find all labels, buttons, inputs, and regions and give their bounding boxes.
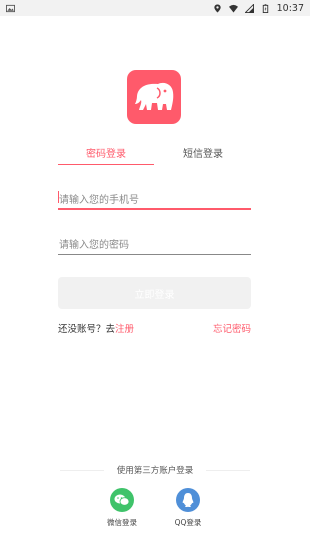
password-field — [58, 233, 251, 256]
password-field-underline — [58, 254, 251, 255]
qq-login-label: QQ登录 — [174, 518, 202, 527]
divider-right — [206, 470, 250, 471]
register-prompt: 还没账号？去 — [58, 324, 116, 335]
account-links: 还没账号？去注册 忘记密码 — [58, 321, 251, 335]
status-bar: 10:37 — [0, 0, 310, 16]
phone-field — [58, 188, 251, 211]
third-party-title: 使用第三方账户登录 — [116, 466, 194, 476]
tab-sms-login[interactable]: 短信登录 — [155, 148, 251, 162]
forgot-password-link[interactable]: 忘记密码 — [213, 321, 251, 335]
text-caret — [58, 191, 59, 203]
status-time: 10:37 — [276, 2, 304, 14]
register-link[interactable]: 注册 — [115, 324, 134, 335]
wifi-icon — [228, 4, 238, 13]
location-icon — [213, 3, 221, 13]
login-tabs: 密码登录 短信登录 — [58, 148, 251, 166]
tab-password-login[interactable]: 密码登录 — [58, 148, 154, 162]
qq-icon — [176, 488, 200, 512]
login-button[interactable]: 立即登录 — [58, 277, 251, 309]
image-icon — [6, 4, 15, 12]
password-input[interactable] — [58, 235, 251, 256]
battery-icon — [262, 3, 268, 13]
phone-field-underline — [58, 208, 251, 210]
wechat-icon — [110, 488, 134, 512]
signal-icon — [244, 3, 254, 13]
wechat-login-label: 微信登录 — [107, 518, 137, 527]
wechat-login-button[interactable]: 微信登录 — [102, 488, 142, 528]
register-row: 还没账号？去注册 — [58, 321, 134, 335]
elephant-logo-icon — [135, 82, 174, 110]
app-logo — [127, 70, 181, 124]
qq-login-button[interactable]: QQ登录 — [168, 488, 208, 528]
active-tab-indicator — [58, 164, 154, 165]
